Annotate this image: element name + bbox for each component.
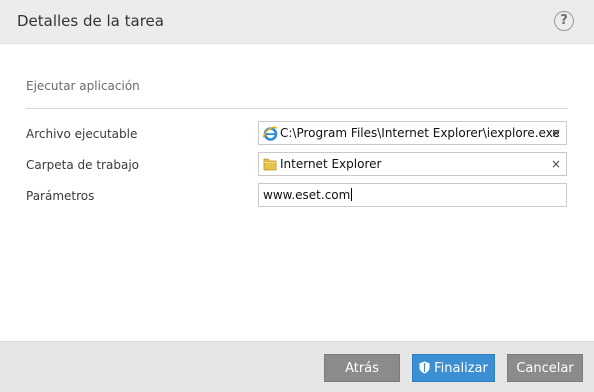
clear-workdir-button[interactable]: × [551, 156, 561, 172]
workdir-field[interactable]: Internet Explorer × [258, 152, 567, 176]
internet-explorer-icon [262, 126, 278, 141]
dialog-title: Detalles de la tarea [17, 12, 164, 30]
dialog-header: Detalles de la tarea ? [0, 0, 594, 44]
folder-icon [263, 158, 277, 171]
params-field[interactable]: www.eset.com [258, 183, 567, 207]
workdir-value: Internet Explorer [280, 157, 382, 171]
text-caret [351, 188, 353, 201]
executable-field[interactable]: C:\Program Files\Internet Explorer\iexpl… [258, 121, 567, 145]
clear-executable-button[interactable]: × [551, 125, 561, 141]
params-label: Parámetros [26, 189, 95, 203]
back-button[interactable]: Atrás [324, 354, 400, 382]
finish-button[interactable]: Finalizar [412, 354, 495, 382]
params-value: www.eset.com [263, 188, 351, 202]
finish-button-label: Finalizar [434, 361, 488, 376]
executable-label: Archivo ejecutable [26, 127, 138, 141]
cancel-button[interactable]: Cancelar [507, 354, 583, 382]
section-divider [26, 108, 568, 109]
section-title: Ejecutar aplicación [26, 79, 140, 93]
executable-value: C:\Program Files\Internet Explorer\iexpl… [280, 126, 560, 140]
dialog-footer: Atrás Finalizar Cancelar [0, 341, 594, 392]
help-button[interactable]: ? [554, 11, 574, 31]
shield-icon [419, 361, 430, 374]
workdir-label: Carpeta de trabajo [26, 158, 139, 172]
